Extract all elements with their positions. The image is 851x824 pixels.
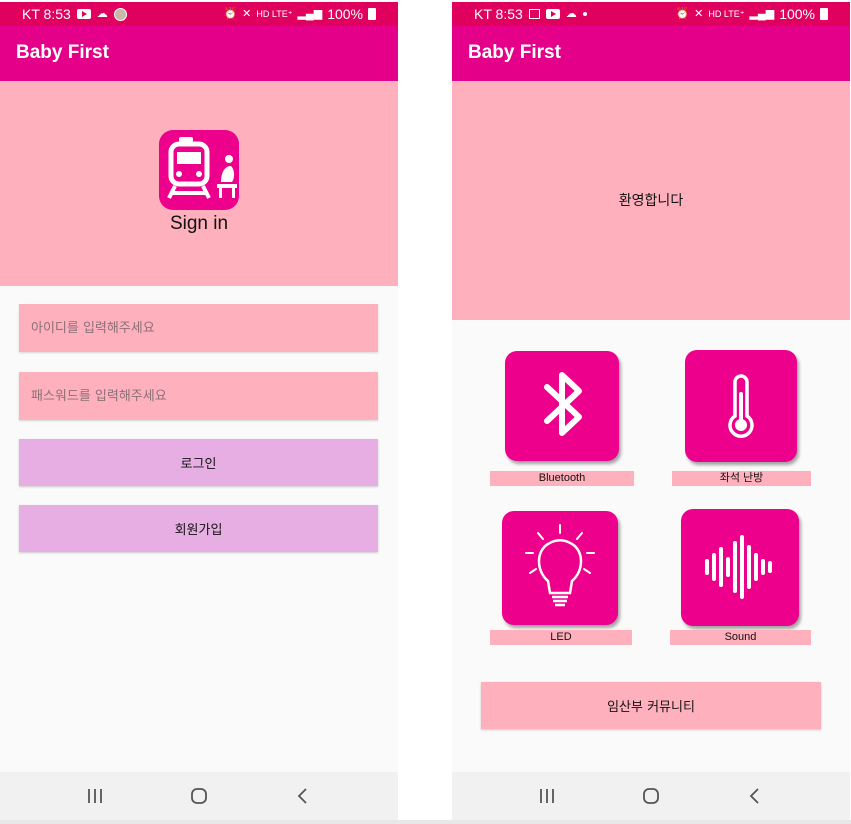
home-icon[interactable]: [639, 784, 663, 808]
cloud-icon: ☁: [565, 8, 577, 20]
bluetooth-tile[interactable]: [505, 351, 619, 461]
bluetooth-icon: [544, 372, 582, 436]
main-screen: KT 8:53 ☁ ⏰ ✕ HD LTE⁺ ▂▄▆ 100% Baby Firs…: [452, 2, 850, 820]
signal-icon: ▂▄▆: [749, 8, 775, 20]
community-button[interactable]: 임산부 커뮤니티: [481, 682, 821, 729]
sign-in-title: Sign in: [169, 213, 229, 234]
alarm-icon: ⏰: [223, 8, 238, 20]
more-dot-icon: [582, 12, 587, 16]
carrier-time: KT 8:53: [22, 6, 71, 22]
password-field-container: [19, 372, 378, 420]
signal-icon: ▂▄▆: [297, 8, 323, 20]
app-title: Baby First: [468, 42, 561, 63]
alarm-icon: ⏰: [675, 8, 690, 20]
youtube-icon: [76, 9, 91, 19]
seat-heating-label: 좌석 난방: [672, 471, 811, 486]
mute-icon: ✕: [694, 8, 704, 20]
status-bar: KT 8:53 ☁ ⏰ ✕ HD LTE⁺ ▂▄▆ 100%: [0, 2, 398, 26]
login-button[interactable]: 로그인: [19, 439, 378, 486]
recents-icon[interactable]: [83, 784, 107, 808]
avatar-icon: [113, 7, 127, 21]
sound-label: Sound: [670, 630, 811, 645]
sound-wave-icon: [705, 535, 772, 599]
network-type: HD LTE⁺: [708, 9, 745, 19]
carrier-time: KT 8:53: [474, 6, 523, 22]
mute-icon: ✕: [242, 8, 252, 20]
nav-bar: [452, 772, 850, 820]
sound-tile[interactable]: [681, 509, 799, 626]
id-field-container: [19, 304, 378, 352]
seat-heating-tile[interactable]: [685, 350, 797, 462]
recents-icon[interactable]: [535, 784, 559, 808]
password-input[interactable]: [19, 372, 378, 420]
battery-icon: [368, 8, 376, 20]
signup-button[interactable]: 회원가입: [19, 505, 378, 552]
cloud-icon: ☁: [96, 8, 108, 20]
bluetooth-label: Bluetooth: [490, 471, 634, 486]
app-title: Baby First: [16, 42, 109, 63]
youtube-icon: [545, 9, 560, 19]
status-bar: KT 8:53 ☁ ⏰ ✕ HD LTE⁺ ▂▄▆ 100%: [452, 2, 850, 26]
id-input[interactable]: [19, 304, 378, 352]
divider: [0, 820, 851, 824]
battery-level: 100%: [327, 6, 363, 22]
app-bar: Baby First: [452, 26, 850, 81]
thermometer-icon: [728, 374, 754, 438]
battery-level: 100%: [779, 6, 815, 22]
led-label: LED: [490, 630, 632, 645]
lightbulb-icon: [525, 524, 595, 607]
back-icon[interactable]: [291, 784, 315, 808]
login-screen: KT 8:53 ☁ ⏰ ✕ HD LTE⁺ ▂▄▆ 100% Baby Firs…: [0, 2, 398, 820]
welcome-text: 환영합니다: [618, 193, 684, 209]
nav-bar: [0, 772, 398, 820]
app-bar: Baby First: [0, 26, 398, 81]
battery-icon: [820, 8, 828, 20]
led-tile[interactable]: [502, 511, 618, 625]
back-icon[interactable]: [743, 784, 767, 808]
home-icon[interactable]: [187, 784, 211, 808]
network-type: HD LTE⁺: [256, 9, 293, 19]
train-logo-icon: [159, 130, 239, 210]
image-icon: [528, 9, 540, 19]
